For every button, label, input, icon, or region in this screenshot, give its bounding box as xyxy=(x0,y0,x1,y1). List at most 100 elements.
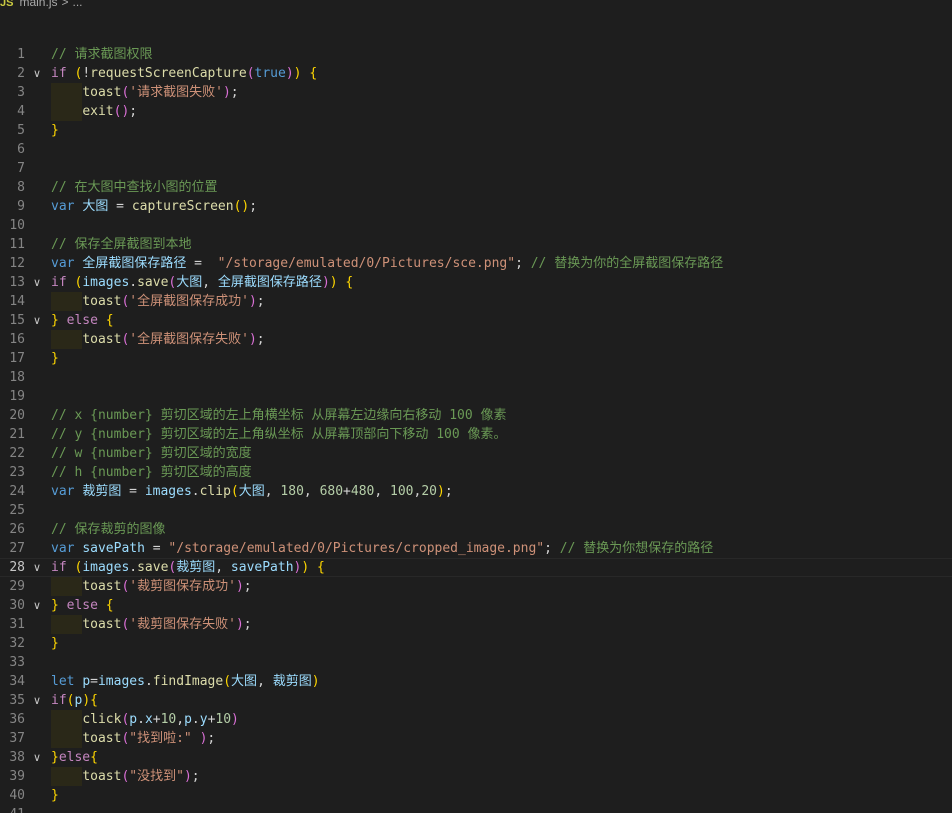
code-token: { xyxy=(345,275,354,290)
fold-chevron-icon[interactable]: ∨ xyxy=(33,748,45,767)
code-line[interactable]: 4 exit(); xyxy=(0,102,952,121)
code-line[interactable]: 26 // 保存裁剪的图像 xyxy=(0,520,952,539)
line-number: 27 xyxy=(9,541,25,556)
line-number: 21 xyxy=(9,427,25,442)
fold-chevron-icon[interactable]: ∨ xyxy=(33,596,45,615)
line-number: 7 xyxy=(17,161,25,176)
code-line[interactable]: 16 toast('全屏截图保存失败'); xyxy=(0,330,952,349)
code-token: toast xyxy=(82,332,122,347)
code-token: '裁剪图保存失败' xyxy=(129,617,236,632)
code-token: , xyxy=(264,484,281,499)
code-line[interactable]: 40} xyxy=(0,786,952,805)
code-token: savePath xyxy=(82,541,145,556)
code-line[interactable]: 14 toast('全屏截图保存成功'); xyxy=(0,292,952,311)
code-token: ) xyxy=(222,85,231,100)
breadcrumb-file[interactable]: main.js xyxy=(19,0,57,9)
code-line[interactable]: 35 ∨ if(p){ xyxy=(0,691,952,710)
code-token: ) xyxy=(329,275,338,290)
fold-chevron-icon[interactable]: ∨ xyxy=(33,559,45,576)
code-token: ) xyxy=(321,275,330,290)
code-line[interactable]: 39 toast("没找到"); xyxy=(0,767,952,786)
line-number: 15 xyxy=(9,313,25,328)
code-line[interactable]: 20 // x {number} 剪切区域的左上角横坐标 从屏幕左边缘向右移动 1… xyxy=(0,406,952,425)
code-token: var xyxy=(51,199,75,214)
code-line[interactable]: 9 var 大图 = captureScreen(); xyxy=(0,197,952,216)
code-line[interactable]: 13 ∨ if (images.save(大图, 全屏截图保存路径)) { xyxy=(0,273,952,292)
code-line[interactable]: 10 xyxy=(0,216,952,235)
code-token: = xyxy=(90,674,98,689)
code-line[interactable]: 8 // 在大图中查找小图的位置 xyxy=(0,178,952,197)
code-text: } xyxy=(51,786,59,805)
fold-chevron-icon[interactable]: ∨ xyxy=(33,691,45,710)
code-line[interactable]: 38 ∨}else{ xyxy=(0,748,952,767)
code-token: 大图 xyxy=(231,674,258,689)
code-line[interactable]: 29 toast('裁剪图保存成功'); xyxy=(0,577,952,596)
code-line[interactable]: 11 // 保存全屏截图到本地 xyxy=(0,235,952,254)
line-number: 3 xyxy=(17,85,25,100)
code-line[interactable]: 5} xyxy=(0,121,952,140)
code-line[interactable]: 41 xyxy=(0,805,952,813)
code-line[interactable]: 28 ∨ if (images.save(裁剪图, savePath)) { xyxy=(0,558,952,577)
code-line[interactable]: 1 // 请求截图权限 xyxy=(0,45,952,64)
code-token: = xyxy=(108,199,132,214)
code-token: images xyxy=(97,674,145,689)
code-token: 大图 xyxy=(82,199,109,214)
code-line[interactable]: 27 var savePath = "/storage/emulated/0/Pi… xyxy=(0,539,952,558)
code-line[interactable]: 34 let p=images.findImage(大图, 裁剪图) xyxy=(0,672,952,691)
line-number: 40 xyxy=(9,788,25,803)
line-number: 20 xyxy=(9,408,25,423)
code-token: ) xyxy=(285,66,294,81)
code-line[interactable]: 21 // y {number} 剪切区域的左上角纵坐标 从屏幕顶部向下移动 10… xyxy=(0,425,952,444)
code-token: . xyxy=(144,674,153,689)
line-number: 23 xyxy=(9,465,25,480)
code-editor[interactable]: 1// 请求截图权限 2 ∨ if (!requestScreenCapture(tr… xyxy=(0,45,952,813)
code-line[interactable]: 22 // w {number} 剪切区域的宽度 xyxy=(0,444,952,463)
code-token: toast xyxy=(82,769,122,784)
line-number: 18 xyxy=(9,370,25,385)
code-token: ; xyxy=(243,617,252,632)
code-token: 20 xyxy=(421,484,437,499)
line-number: 33 xyxy=(9,655,25,670)
code-token: ; xyxy=(249,199,258,214)
code-token: , xyxy=(303,484,320,499)
code-line[interactable]: 33 xyxy=(0,653,952,672)
code-token: savePath xyxy=(230,560,294,575)
fold-chevron-icon[interactable]: ∨ xyxy=(33,64,45,83)
code-line[interactable]: 30 ∨} else { xyxy=(0,596,952,615)
code-line[interactable]: 17} xyxy=(0,349,952,368)
code-token: = xyxy=(186,256,218,271)
code-token: ; xyxy=(230,85,239,100)
code-token: () xyxy=(233,199,250,214)
code-line[interactable]: 15 ∨} else { xyxy=(0,311,952,330)
code-line[interactable]: 23 // h {number} 剪切区域的高度 xyxy=(0,463,952,482)
code-line[interactable]: 24 var 裁剪图 = images.clip(大图, 180, 680+480… xyxy=(0,482,952,501)
code-token: // y {number} 剪切区域的左上角纵坐标 从屏幕顶部向下移动 100 … xyxy=(51,427,507,442)
code-line[interactable]: 19 xyxy=(0,387,952,406)
breadcrumb-symbol[interactable]: ... xyxy=(73,0,83,9)
code-line[interactable]: 6 xyxy=(0,140,952,159)
code-line[interactable]: 31 toast('裁剪图保存失败'); xyxy=(0,615,952,634)
code-line[interactable]: 37 toast("找到啦:" ); xyxy=(0,729,952,748)
fold-chevron-icon[interactable]: ∨ xyxy=(33,311,45,330)
code-token: . xyxy=(129,560,138,575)
fold-chevron-icon[interactable]: ∨ xyxy=(33,273,45,292)
code-line[interactable]: 12 var 全屏截图保存路径 = "/storage/emulated/0/Pi… xyxy=(0,254,952,273)
code-line[interactable]: 25 xyxy=(0,501,952,520)
code-text: // h {number} 剪切区域的高度 xyxy=(51,463,252,482)
code-token: ) xyxy=(248,294,257,309)
code-line[interactable]: 7 xyxy=(0,159,952,178)
code-line[interactable]: 3 toast('请求截图失败'); xyxy=(0,83,952,102)
line-number: 38 xyxy=(9,750,25,765)
code-token: ; xyxy=(544,541,560,556)
code-line[interactable]: 18 xyxy=(0,368,952,387)
code-line[interactable]: 32} xyxy=(0,634,952,653)
code-token: else xyxy=(58,750,91,765)
code-token: // 请求截图权限 xyxy=(51,47,153,62)
code-text: if (images.save(大图, 全屏截图保存路径)) { xyxy=(51,273,353,292)
code-line[interactable]: 36 click(p.x+10,p.y+10) xyxy=(0,710,952,729)
code-token: ; xyxy=(256,294,265,309)
code-text: if(p){ xyxy=(51,691,98,710)
code-line[interactable]: 2 ∨ if (!requestScreenCapture(true)) { xyxy=(0,64,952,83)
indent-guide xyxy=(51,615,83,634)
